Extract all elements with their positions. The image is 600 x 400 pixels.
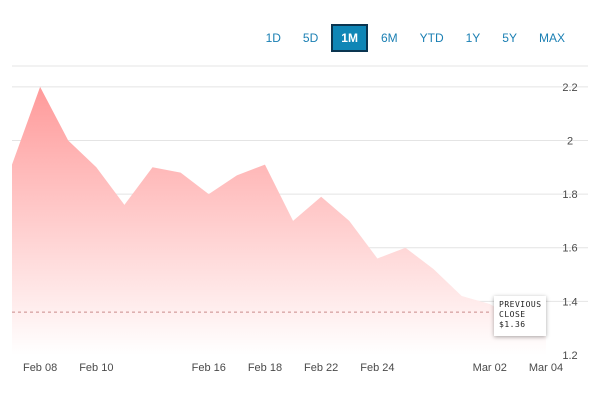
x-tick-label: Feb 10	[79, 362, 113, 374]
y-tick-label: 2.2	[562, 82, 577, 94]
previous-close-label-line2: CLOSE	[499, 310, 526, 319]
price-area	[12, 86, 546, 356]
x-tick-label: Mar 04	[529, 362, 563, 374]
y-tick-label: 2	[567, 135, 573, 147]
price-chart: 1.2 1.4 1.6 1.8 2 2.2 Feb 08 Feb 10 Feb 16 Feb 1…	[12, 65, 588, 374]
y-tick-label: 1.6	[562, 243, 577, 255]
y-tick-label: 1.4	[562, 296, 577, 308]
x-tick-label: Feb 18	[248, 362, 282, 374]
y-tick-label: 1.2	[562, 350, 577, 362]
previous-close-value: $1.36	[499, 320, 526, 329]
x-tick-label: Feb 22	[304, 362, 338, 374]
x-tick-label: Feb 08	[23, 362, 57, 374]
previous-close-label-line1: PREVIOUS	[499, 300, 542, 309]
x-tick-label: Mar 02	[473, 362, 507, 374]
y-tick-label: 1.8	[562, 189, 577, 201]
x-tick-label: Feb 16	[192, 362, 226, 374]
previous-close-tooltip: PREVIOUS CLOSE $1.36	[494, 296, 546, 336]
x-tick-label: Feb 24	[360, 362, 394, 374]
